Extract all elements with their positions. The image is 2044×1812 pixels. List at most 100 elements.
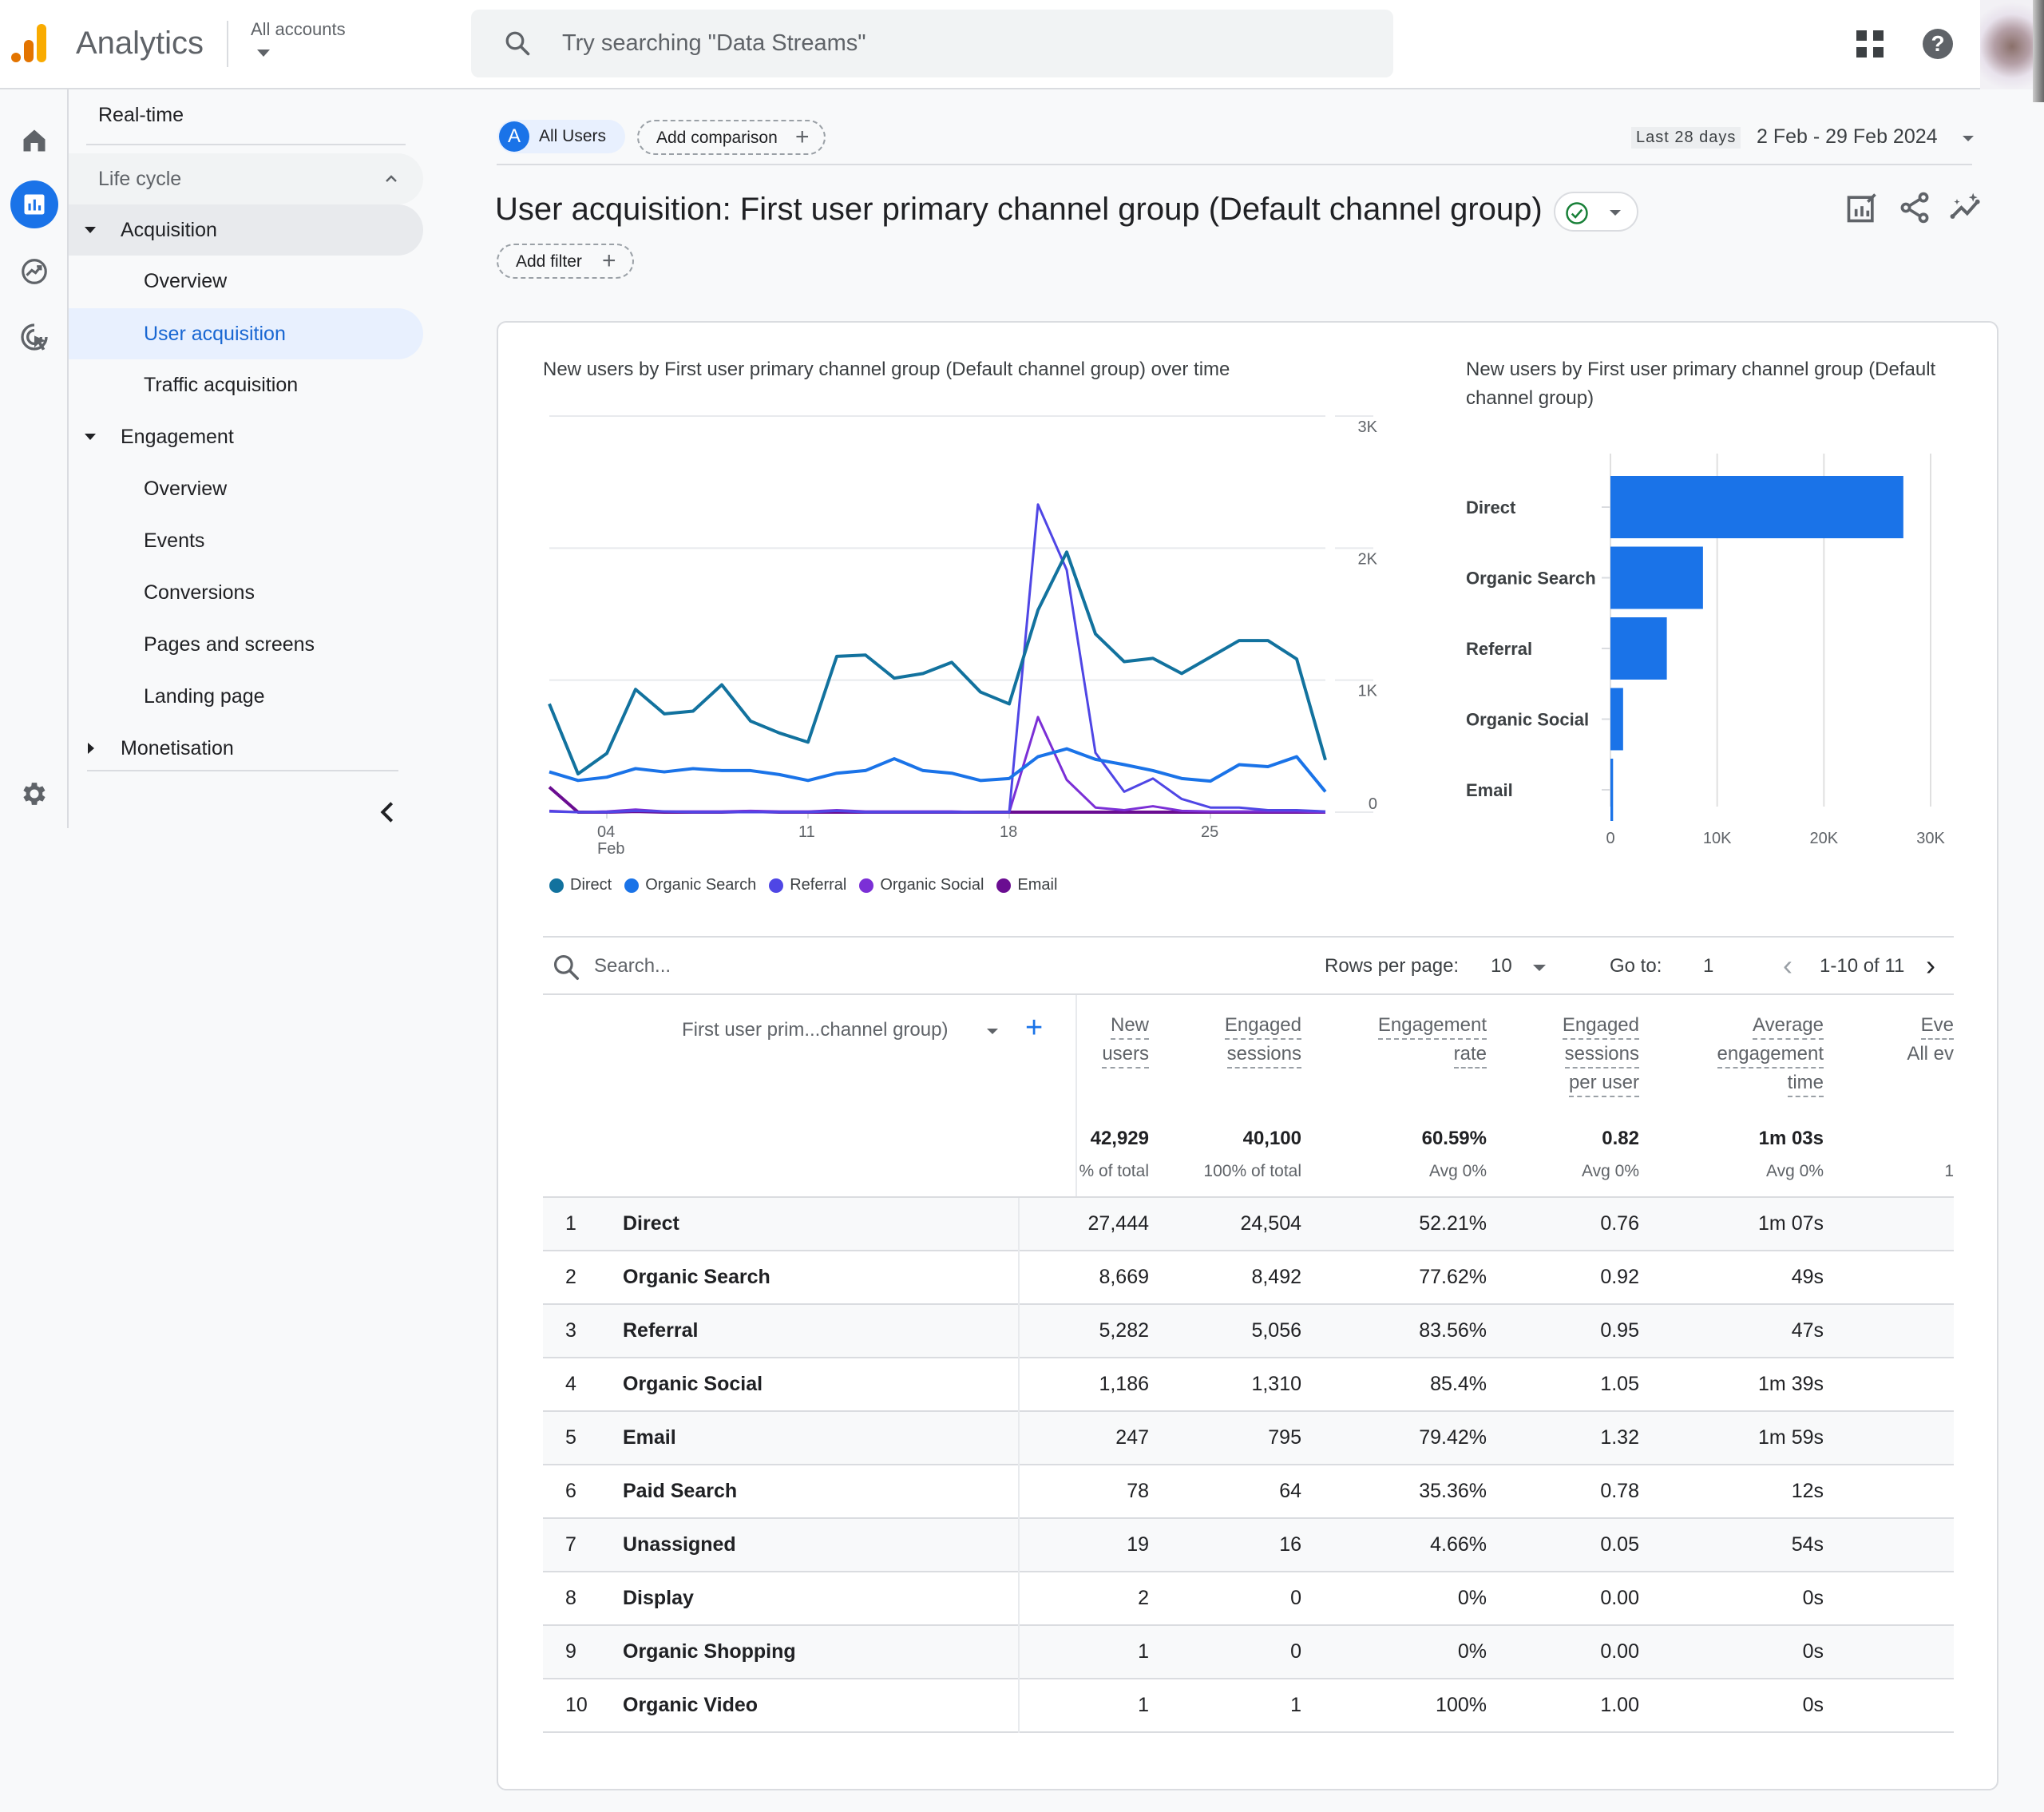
caret-down-icon[interactable] — [257, 50, 270, 57]
help-icon[interactable]: ? — [1923, 29, 1953, 59]
column-divider — [1018, 1305, 1020, 1358]
add-comparison-button[interactable]: Add comparison + — [637, 120, 826, 155]
table-row[interactable]: 2 Organic Search 8,669 8,492 77.62% 0.92 49s — [543, 1251, 1954, 1305]
caret-down-icon[interactable] — [1963, 136, 1974, 141]
series-line-organic-social[interactable] — [549, 716, 1326, 814]
search-placeholder[interactable]: Try searching "Data Streams" — [562, 30, 866, 57]
table-row[interactable]: 7 Unassigned 19 16 4.66% 0.05 54s — [543, 1519, 1954, 1572]
bar-direct[interactable] — [1610, 476, 1903, 538]
rows-per-page-label: Rows per page: — [1325, 955, 1460, 977]
account-selector[interactable]: All accounts — [251, 19, 346, 40]
check-circle-icon — [1566, 202, 1588, 224]
table-row[interactable]: 3 Referral 5,282 5,056 83.56% 0.95 47s — [543, 1305, 1954, 1358]
sidebar-item-monetisation[interactable]: Monetisation — [69, 723, 423, 774]
caret-down-icon — [85, 227, 96, 233]
row-dimension-value[interactable]: Organic Search — [623, 1266, 770, 1289]
column-header[interactable]: Average engagement time — [1717, 1011, 1824, 1097]
home-icon[interactable] — [10, 117, 58, 165]
sidebar-item-conversions[interactable]: Conversions — [69, 567, 423, 618]
legend-item[interactable]: Organic Social — [859, 876, 984, 894]
explore-icon[interactable] — [10, 248, 58, 295]
cell-value: 0s — [1802, 1587, 1824, 1609]
legend-item[interactable]: Email — [996, 876, 1057, 894]
sidebar-item-engagement[interactable]: Engagement — [69, 411, 423, 462]
column-header[interactable]: Engaged sessions per user — [1562, 1011, 1639, 1097]
legend-item[interactable]: Referral — [769, 876, 846, 894]
row-dimension-value[interactable]: Referral — [623, 1319, 699, 1342]
goto-page-input[interactable]: 1 — [1703, 955, 1713, 977]
sidebar-section-lifecycle[interactable]: Life cycle — [69, 153, 423, 204]
sidebar-item-acquisition-overview[interactable]: Overview — [69, 256, 423, 307]
table-row[interactable]: 8 Display 2 0 0% 0.00 0s — [543, 1572, 1954, 1626]
column-header[interactable]: Eve All ev — [1907, 1011, 1954, 1069]
bar-email[interactable] — [1610, 759, 1614, 821]
row-dimension-value[interactable]: Paid Search — [623, 1480, 737, 1503]
row-dimension-value[interactable]: Display — [623, 1587, 694, 1610]
bar-organic-search[interactable] — [1610, 546, 1703, 609]
chart-legend: Direct Organic Search Referral Organic Soci… — [549, 876, 1057, 894]
previous-page-icon[interactable]: ‹ — [1783, 949, 1792, 982]
row-dimension-value[interactable]: Organic Video — [623, 1694, 758, 1717]
line-chart[interactable]: 0 1K 2K 3K 04Feb 11 18 25 — [527, 399, 1405, 870]
row-dimension-value[interactable]: Unassigned — [623, 1533, 736, 1556]
caret-right-icon — [88, 743, 94, 754]
settings-icon[interactable] — [10, 770, 58, 818]
series-line-direct[interactable] — [548, 550, 1327, 776]
chevron-left-icon[interactable] — [375, 799, 399, 826]
column-header-line: sessions — [1226, 1041, 1301, 1069]
sidebar-item-engagement-overview[interactable]: Overview — [69, 463, 423, 514]
share-icon[interactable] — [1897, 190, 1932, 225]
table-row[interactable]: 9 Organic Shopping 1 0 0% 0.00 0s — [543, 1626, 1954, 1679]
table-row[interactable]: 4 Organic Social 1,186 1,310 85.4% 1.05 1m 39s — [543, 1358, 1954, 1412]
cell-value: 0.00 — [1600, 1640, 1639, 1663]
table-row[interactable]: 1 Direct 27,444 24,504 52.21% 0.76 1m 07s — [543, 1198, 1954, 1251]
sidebar-item-realtime[interactable]: Real-time — [69, 89, 423, 141]
apps-grid-icon[interactable] — [1856, 30, 1884, 57]
cell-value: 100% — [1436, 1694, 1487, 1716]
sidebar-item-pages-and-screens[interactable]: Pages and screens — [69, 619, 423, 670]
row-dimension-value[interactable]: Organic Shopping — [623, 1640, 796, 1663]
x-tick-sublabel: Feb — [597, 840, 624, 858]
bar-chart[interactable]: 0 10K 20K 30K Direct Organic Search Referral Or… — [1453, 399, 1964, 862]
row-dimension-value[interactable]: Email — [623, 1426, 676, 1449]
add-filter-button[interactable]: Add filter + — [497, 244, 634, 279]
bar-organic-social[interactable] — [1610, 688, 1623, 751]
table-row[interactable]: 5 Email 247 795 79.42% 1.32 1m 59s — [543, 1412, 1954, 1465]
row-dimension-value[interactable]: Direct — [623, 1212, 679, 1235]
cell-value: 5,282 — [1099, 1319, 1149, 1342]
legend-item[interactable]: Direct — [549, 876, 612, 894]
rows-per-page-select[interactable]: 10 — [1491, 955, 1512, 977]
sidebar-item-acquisition[interactable]: Acquisition — [69, 204, 423, 256]
insights-icon[interactable] — [1948, 190, 1983, 225]
column-header-line: sessions — [1564, 1041, 1639, 1069]
advertising-icon[interactable] — [10, 313, 58, 361]
column-header[interactable]: New users — [1102, 1011, 1149, 1069]
column-header[interactable]: Engaged sessions — [1224, 1011, 1301, 1069]
table-row[interactable]: 10 Organic Video 1 1 100% 1.00 0s — [543, 1679, 1954, 1733]
sidebar-item-events[interactable]: Events — [69, 515, 423, 566]
next-page-icon[interactable]: › — [1926, 949, 1935, 982]
global-search[interactable]: Try searching "Data Streams" — [471, 10, 1393, 77]
series-line-email[interactable] — [548, 786, 1325, 814]
analytics-logo-icon[interactable] — [10, 22, 51, 64]
table-search-input[interactable]: Search... — [594, 955, 671, 977]
sidebar-item-label: Real-time — [98, 103, 184, 126]
chevron-up-icon[interactable] — [383, 171, 399, 187]
table-row[interactable]: 6 Paid Search 78 64 35.36% 0.78 12s — [543, 1465, 1954, 1519]
caret-down-icon[interactable] — [1533, 965, 1546, 971]
legend-item[interactable]: Organic Search — [624, 876, 756, 894]
segment-chip-all-users[interactable]: A All Users — [497, 120, 625, 153]
bar-referral[interactable] — [1610, 617, 1667, 680]
sidebar-item-traffic-acquisition[interactable]: Traffic acquisition — [69, 359, 423, 410]
sidebar-item-landing-page[interactable]: Landing page — [69, 671, 423, 722]
row-dimension-value[interactable]: Organic Social — [623, 1373, 763, 1396]
date-preset[interactable]: Last 28 days — [1631, 127, 1741, 149]
column-header-line: Engagement — [1377, 1013, 1487, 1040]
report-status-dropdown[interactable] — [1554, 192, 1638, 232]
series-line-organic-search[interactable] — [549, 747, 1327, 793]
column-header[interactable]: Engagement rate — [1377, 1011, 1487, 1069]
date-range[interactable]: 2 Feb - 29 Feb 2024 — [1757, 125, 1938, 149]
customize-report-icon[interactable] — [1844, 190, 1880, 225]
reports-icon[interactable] — [10, 180, 58, 228]
sidebar-item-user-acquisition[interactable]: User acquisition — [69, 308, 423, 359]
